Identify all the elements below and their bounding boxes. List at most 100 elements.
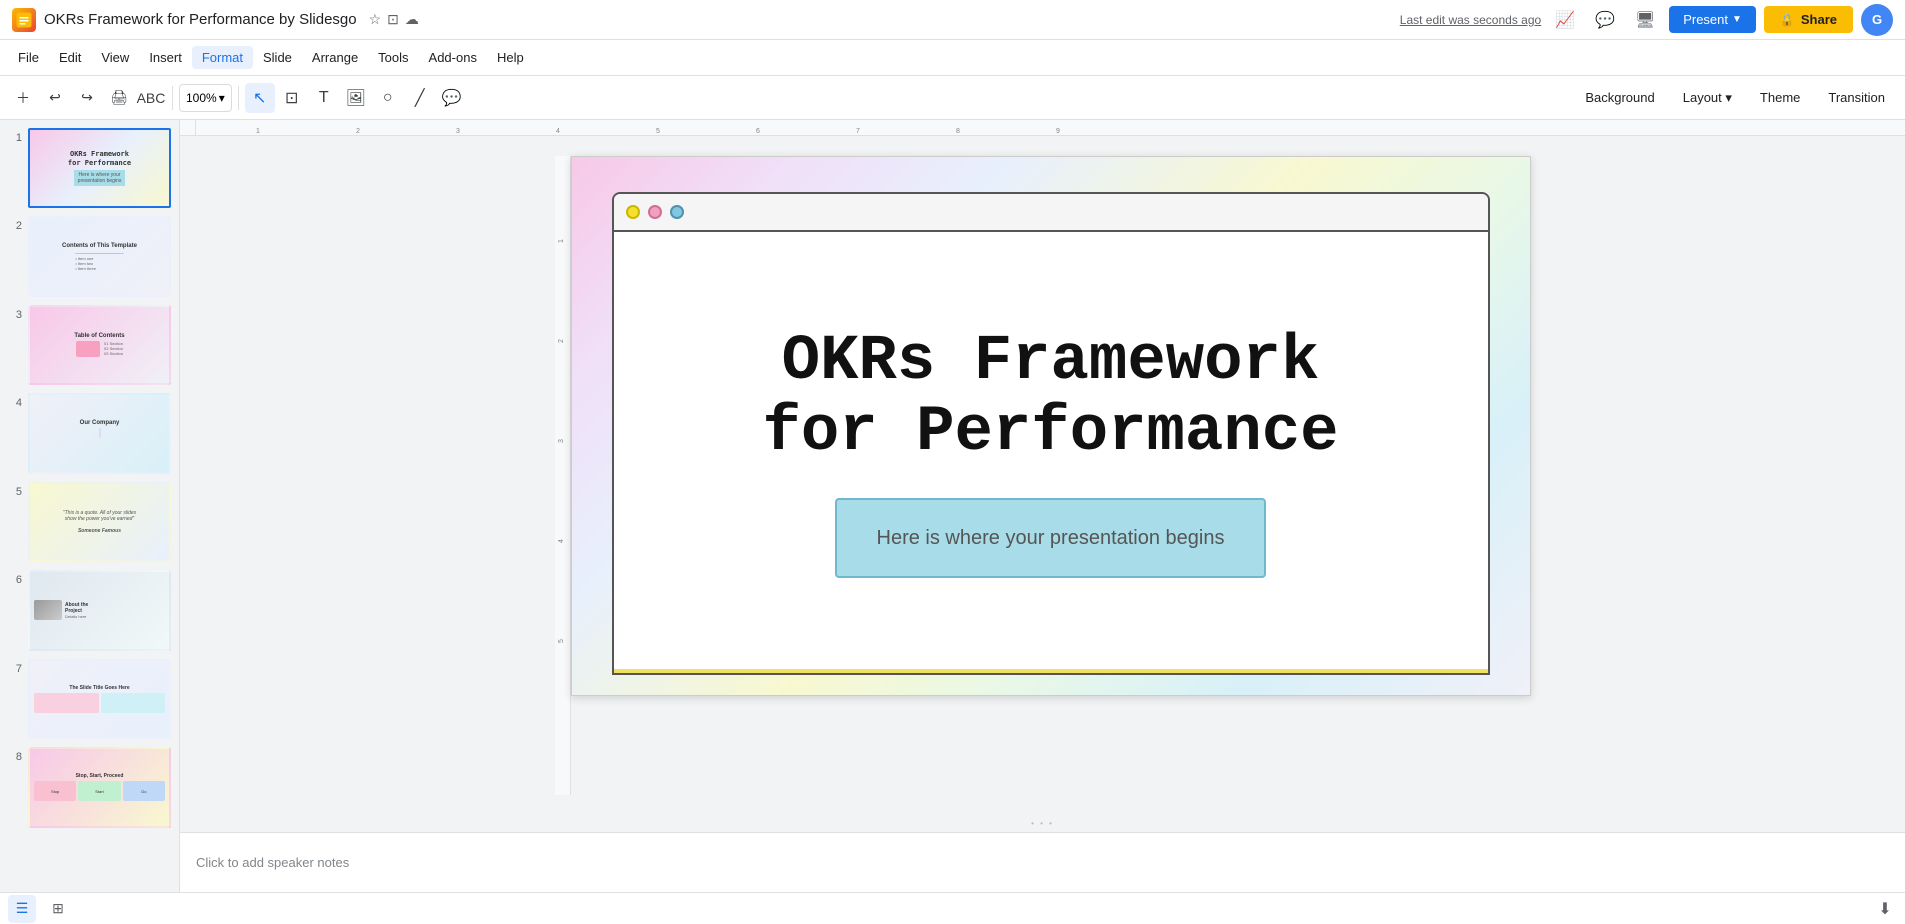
slide-item-7[interactable]: 7 The Slide Title Goes Here <box>8 659 171 739</box>
shape-select-tool[interactable]: ⊡ <box>277 83 307 113</box>
top-bar-right: Last edit was seconds ago 📈 💬 🖥 Present … <box>1400 4 1893 36</box>
sep-2 <box>238 86 239 110</box>
browser-dot-yellow <box>626 205 640 219</box>
last-edit-text[interactable]: Last edit was seconds ago <box>1400 13 1541 27</box>
present-slide-icon[interactable]: 🖥 <box>1629 4 1661 36</box>
theme-button[interactable]: Theme <box>1748 86 1812 109</box>
slide-thumbnail-6[interactable]: About theProject Details here <box>28 570 171 650</box>
slide-item-2[interactable]: 2 Contents of This Template ────────────… <box>8 216 171 296</box>
thumb-content-3: Table of Contents 01 Section 02 Section … <box>30 307 169 383</box>
cloud-icon[interactable]: ☁ <box>405 11 419 28</box>
undo-button[interactable]: ↩ <box>40 83 70 113</box>
share-button[interactable]: 🔒 Share <box>1764 6 1853 33</box>
thumb-content-5: "This is a quote. All of your slidesshow… <box>30 484 169 560</box>
slide-num-8: 8 <box>8 747 22 763</box>
add-button[interactable]: ＋ <box>8 83 38 113</box>
toolbar: ＋ ↩ ↪ 🖨 ABC 100% ▾ ↖ ⊡ T 🖼 ○ ╱ 💬 Backgro… <box>0 76 1905 120</box>
menu-format[interactable]: Format <box>192 46 253 69</box>
menu-edit[interactable]: Edit <box>49 46 91 69</box>
shapes-tool[interactable]: ○ <box>373 83 403 113</box>
drag-dots: • • • <box>1031 819 1054 828</box>
menu-addons[interactable]: Add-ons <box>419 46 487 69</box>
slide-item-6[interactable]: 6 About theProject Details here <box>8 570 171 650</box>
layout-chevron: ▾ <box>1722 90 1732 105</box>
menu-arrange[interactable]: Arrange <box>302 46 368 69</box>
notes-drag-handle[interactable]: • • • <box>180 815 1905 832</box>
bottom-accent-bar <box>612 669 1490 675</box>
title-icons: ☆ ⊡ ☁ <box>369 11 419 28</box>
svg-text:1: 1 <box>558 239 565 243</box>
present-button[interactable]: Present ▼ <box>1669 6 1756 33</box>
slide-thumbnail-8[interactable]: Stop, Start, Proceed Stop Start Go <box>28 747 171 827</box>
slide-thumbnail-2[interactable]: Contents of This Template ──────────────… <box>28 216 171 296</box>
svg-text:7: 7 <box>856 128 860 135</box>
layout-button[interactable]: Layout ▾ <box>1671 86 1744 110</box>
grid-view-button[interactable]: ⊞ <box>44 895 72 923</box>
menu-insert[interactable]: Insert <box>139 46 192 69</box>
zoom-chevron: ▾ <box>219 91 225 105</box>
menu-view[interactable]: View <box>91 46 139 69</box>
background-button[interactable]: Background <box>1573 86 1666 109</box>
slide-num-2: 2 <box>8 216 22 232</box>
lock-icon: 🔒 <box>1780 13 1795 27</box>
transition-button[interactable]: Transition <box>1816 86 1897 109</box>
browser-titlebar <box>614 194 1488 232</box>
main-area: 1 OKRs Frameworkfor Performance Here is … <box>0 120 1905 892</box>
view-controls: ☰ ⊞ <box>8 895 72 923</box>
user-avatar: G <box>1861 4 1893 36</box>
redo-button[interactable]: ↪ <box>72 83 102 113</box>
spelling-button[interactable]: ABC <box>136 83 166 113</box>
text-tool[interactable]: T <box>309 83 339 113</box>
notes-area[interactable]: Click to add speaker notes <box>180 832 1905 892</box>
slide-num-1: 1 <box>8 128 22 144</box>
line-tool[interactable]: ╱ <box>405 83 435 113</box>
menu-tools[interactable]: Tools <box>368 46 418 69</box>
slide-item-4[interactable]: 4 Our Company <box>8 393 171 473</box>
svg-text:5: 5 <box>558 639 565 643</box>
slide-thumbnail-5[interactable]: "This is a quote. All of your slidesshow… <box>28 482 171 562</box>
svg-text:3: 3 <box>456 128 460 135</box>
slide-thumbnail-4[interactable]: Our Company <box>28 393 171 473</box>
image-tool[interactable]: 🖼 <box>341 83 371 113</box>
list-view-button[interactable]: ☰ <box>8 895 36 923</box>
slide-thumbnail-3[interactable]: Table of Contents 01 Section 02 Section … <box>28 305 171 385</box>
slide-canvas[interactable]: OKRs Framework for Performance Here is w… <box>571 156 1531 696</box>
menu-slide[interactable]: Slide <box>253 46 302 69</box>
star-icon[interactable]: ☆ <box>369 11 382 28</box>
slide-title[interactable]: OKRs Framework for Performance <box>762 327 1338 468</box>
svg-text:8: 8 <box>956 128 960 135</box>
toolbar-right: Background Layout ▾ Theme Transition <box>1573 86 1897 110</box>
menu-file[interactable]: File <box>8 46 49 69</box>
slide-num-7: 7 <box>8 659 22 675</box>
slide-item-1[interactable]: 1 OKRs Frameworkfor Performance Here is … <box>8 128 171 208</box>
scroll-to-bottom[interactable]: ⬇ <box>1873 897 1897 921</box>
comment-icon[interactable]: 💬 <box>1589 4 1621 36</box>
svg-text:6: 6 <box>756 128 760 135</box>
menu-help[interactable]: Help <box>487 46 534 69</box>
svg-text:9: 9 <box>1056 128 1060 135</box>
thumb-content-7: The Slide Title Goes Here <box>30 661 169 737</box>
subtitle-box[interactable]: Here is where your presentation begins <box>835 498 1267 578</box>
select-tool[interactable]: ↖ <box>245 83 275 113</box>
folder-icon[interactable]: ⊡ <box>387 11 399 28</box>
slide-item-8[interactable]: 8 Stop, Start, Proceed Stop Start Go <box>8 747 171 827</box>
slide-thumbnail-7[interactable]: The Slide Title Goes Here <box>28 659 171 739</box>
slide-item-5[interactable]: 5 "This is a quote. All of your slidessh… <box>8 482 171 562</box>
canvas-inner[interactable]: 1 2 3 4 5 <box>180 136 1905 815</box>
thumb-content-6: About theProject Details here <box>30 572 169 648</box>
slide-thumbnail-1[interactable]: OKRs Frameworkfor Performance Here is wh… <box>28 128 171 208</box>
browser-body: OKRs Framework for Performance Here is w… <box>614 232 1488 673</box>
comment-tool[interactable]: 💬 <box>437 83 467 113</box>
svg-text:5: 5 <box>656 128 660 135</box>
ruler-corner <box>180 120 196 136</box>
present-chevron: ▼ <box>1732 14 1742 25</box>
svg-text:1: 1 <box>256 128 260 135</box>
slide-item-3[interactable]: 3 Table of Contents 01 Section 02 Sectio… <box>8 305 171 385</box>
zoom-select[interactable]: 100% ▾ <box>179 84 232 112</box>
chart-icon[interactable]: 📈 <box>1549 4 1581 36</box>
svg-text:4: 4 <box>556 128 560 135</box>
print-button[interactable]: 🖨 <box>104 83 134 113</box>
vertical-ruler: 1 2 3 4 5 <box>555 156 571 795</box>
notes-placeholder[interactable]: Click to add speaker notes <box>196 855 349 870</box>
slide-num-6: 6 <box>8 570 22 586</box>
